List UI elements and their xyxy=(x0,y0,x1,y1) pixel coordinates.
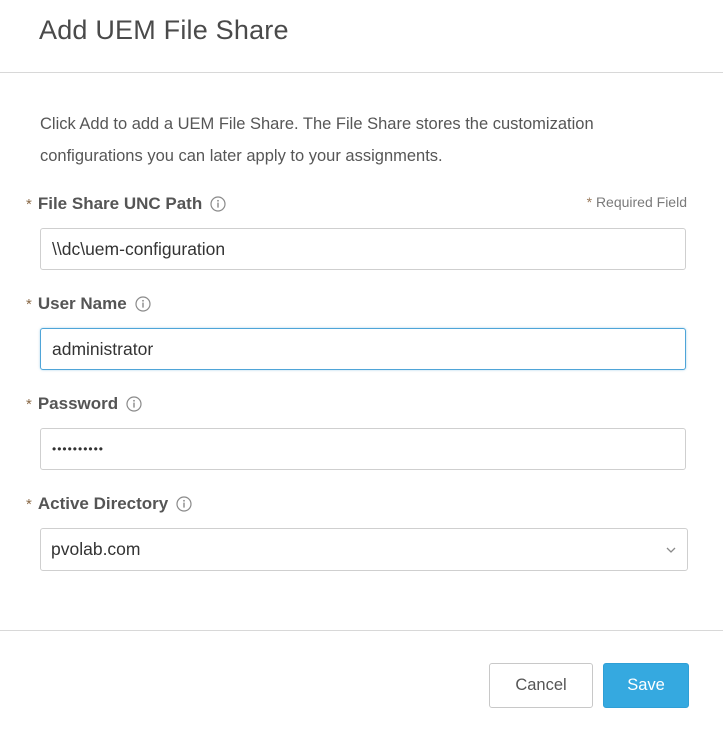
user-name-label-text: User Name xyxy=(37,294,127,313)
password-label: * Password xyxy=(26,394,142,414)
required-star: * xyxy=(26,395,32,413)
footer-divider xyxy=(0,630,723,631)
add-uem-file-share-dialog: Add UEM File Share Click Add to add a UE… xyxy=(0,0,723,736)
intro-text: Click Add to add a UEM File Share. The F… xyxy=(40,108,690,172)
save-button[interactable]: Save xyxy=(603,663,689,708)
password-input[interactable] xyxy=(40,428,686,470)
unc-path-label-text: File Share UNC Path xyxy=(37,194,203,213)
info-icon[interactable] xyxy=(210,196,226,212)
intro-line-2: configurations you can later apply to yo… xyxy=(40,147,443,165)
active-directory-label: * Active Directory xyxy=(26,494,192,514)
cancel-button[interactable]: Cancel xyxy=(489,663,593,708)
unc-path-label: * File Share UNC Path xyxy=(26,194,226,214)
info-icon[interactable] xyxy=(135,296,151,312)
required-star: * xyxy=(26,295,32,313)
active-directory-selected-value: pvolab.com xyxy=(51,539,141,559)
user-name-label: * User Name xyxy=(26,294,151,314)
user-name-input[interactable] xyxy=(40,328,686,370)
info-icon[interactable] xyxy=(126,396,142,412)
required-field-note: * Required Field xyxy=(587,194,687,210)
active-directory-select[interactable]: pvolab.com xyxy=(40,528,688,571)
required-star: * xyxy=(26,195,32,213)
active-directory-label-text: Active Directory xyxy=(37,494,169,513)
required-star: * xyxy=(26,495,32,513)
info-icon[interactable] xyxy=(176,496,192,512)
required-field-text: Required Field xyxy=(595,194,687,210)
unc-path-input[interactable] xyxy=(40,228,686,270)
chevron-down-icon xyxy=(666,547,676,553)
required-star: * xyxy=(586,194,593,210)
dialog-header: Add UEM File Share xyxy=(0,0,723,73)
password-label-text: Password xyxy=(37,394,119,413)
dialog-title: Add UEM File Share xyxy=(39,15,289,45)
intro-line-1: Click Add to add a UEM File Share. The F… xyxy=(40,115,594,133)
